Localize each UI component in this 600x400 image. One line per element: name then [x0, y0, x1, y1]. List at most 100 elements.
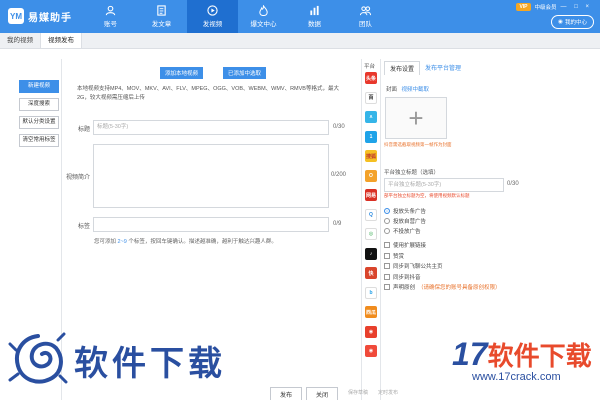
platform-douyin-icon[interactable]: ♪	[365, 247, 377, 260]
top-bar: YM 易媒助手 账号 发文章 发视频 爆文中心 数据 团队 VIP 中级会员 — □ × …	[0, 0, 600, 33]
watermark-left: 软件下载	[8, 330, 226, 390]
nav-item-flame[interactable]: 爆文中心	[238, 0, 289, 33]
tab-platform-manage[interactable]: 发布平台管理	[420, 61, 466, 75]
plus-icon: +	[408, 103, 424, 133]
deep-search-button[interactable]: 深度搜索	[19, 98, 59, 111]
platform-aiqiyi-icon[interactable]: ◎	[365, 228, 377, 240]
nav-item-user[interactable]: 账号	[85, 0, 136, 33]
independent-title-input[interactable]: 平台独立标题(5-30字)	[384, 178, 504, 192]
platform-qq-icon[interactable]: Q	[365, 208, 377, 221]
upload-actions: 添加本地视频 已添加中选取	[160, 67, 267, 79]
nav-item-team[interactable]: 团队	[340, 0, 391, 33]
cover-row: 封面 视频中截取	[386, 85, 429, 93]
member-level[interactable]: 中级会员	[535, 3, 557, 11]
my-center-label: 我的中心	[564, 20, 587, 26]
nav-item-video-play[interactable]: 发视频	[187, 0, 238, 33]
checkbox[interactable]	[384, 252, 390, 259]
bar-chart-icon	[310, 5, 319, 16]
bottom-secondary: 保存草稿 定时发布	[348, 389, 398, 396]
platform-yidian-icon[interactable]: 1	[365, 130, 377, 143]
title-label: 标题	[77, 127, 90, 133]
app-logo: YM 易媒助手	[8, 8, 72, 24]
checkbox[interactable]	[384, 273, 390, 280]
user-circle-icon: ◉	[558, 19, 563, 25]
team-icon	[360, 6, 371, 16]
publish-button[interactable]: 发布	[270, 387, 303, 400]
checkbox[interactable]	[384, 284, 390, 290]
save-draft-button[interactable]: 保存草稿	[348, 389, 368, 396]
nav-item-bar-chart[interactable]: 数据	[289, 0, 340, 33]
watermark-right: 17 软件下载 www.17crack.com	[452, 336, 592, 383]
tags-label: 标签	[77, 224, 90, 230]
window-controls[interactable]: — □ ×	[561, 4, 592, 10]
watermark-17: 17	[452, 336, 488, 372]
watermark-right-text: 软件下载	[487, 341, 592, 371]
option-checkbox-row[interactable]: 使用扩展链接	[384, 241, 429, 249]
nav-label: 发视频	[202, 21, 223, 28]
vip-badge: VIP	[516, 3, 531, 11]
ad-option[interactable]: 投放自营广告	[384, 217, 426, 225]
nav-item-document[interactable]: 发文章	[136, 0, 187, 33]
default-category-button[interactable]: 默认分类设置	[19, 116, 59, 129]
hint-suffix: 个标签，按回车键确认。描述越准确，越利于触达兴趣人群。	[126, 239, 277, 245]
platform-meipai-icon[interactable]: ◉	[365, 325, 377, 338]
option-note: （请确保您的账号具备原创权限）	[418, 285, 501, 291]
user-icon	[105, 5, 116, 16]
independent-title-warning: 部平台独立标题为空，将使用视频默认标题	[384, 193, 470, 198]
title-count: 0/30	[333, 124, 345, 130]
capture-from-video-link[interactable]: 视频中截取	[402, 87, 430, 93]
schedule-button[interactable]: 定时发布	[378, 389, 398, 396]
intro-count: 0/200	[331, 172, 347, 178]
radio-icon[interactable]	[384, 218, 390, 224]
platform-haokan-icon[interactable]: ◉	[365, 345, 377, 357]
nav-label: 发文章	[151, 21, 172, 28]
cover-upload-box[interactable]: +	[385, 97, 447, 139]
flame-icon	[259, 5, 268, 16]
tab-my-videos[interactable]: 我的视频	[0, 33, 40, 48]
left-actions: 新建视频 深度搜索 默认分类设置 清空常用标签	[19, 80, 59, 147]
option-checkbox-row[interactable]: 声明原创 （请确保您的账号具备原创权限）	[384, 283, 501, 291]
cover-label: 封面	[386, 87, 398, 93]
format-description: 本地视频支持MP4、MOV、MKV、AVI、FLV、MPEG、OGG、VOB、W…	[77, 86, 339, 101]
platform-kuaishou-icon[interactable]: 快	[365, 267, 377, 279]
checkbox[interactable]	[384, 242, 390, 248]
title-input[interactable]: 标题(5-30字)	[93, 120, 329, 135]
option-checkbox-row[interactable]: 同步到飞聊公共主页	[384, 262, 446, 270]
platform-weibo-icon[interactable]: O	[365, 169, 377, 182]
ad-option-label: 投放头条广告	[393, 209, 427, 215]
tags-count: 0/9	[333, 221, 342, 227]
settings-tabs: 发布设置 发布平台管理	[384, 61, 466, 75]
radio-icon[interactable]	[384, 228, 390, 234]
option-checkbox-row[interactable]: 同步到抖音	[384, 273, 424, 281]
new-video-button[interactable]: 新建视频	[19, 80, 59, 93]
platform-toutiao-icon[interactable]: 头条	[365, 72, 377, 84]
ad-option[interactable]: 不投放广告	[384, 227, 421, 235]
app-title: 易媒助手	[28, 12, 72, 24]
ad-option-label: 投放自营广告	[393, 219, 427, 225]
checkbox[interactable]	[384, 263, 390, 269]
platform-sohu-icon[interactable]: 搜狐	[365, 150, 377, 162]
platform-bilibili-icon[interactable]: b	[365, 286, 377, 299]
platform-xigua-icon[interactable]: 西瓜	[365, 306, 377, 318]
intro-label: 视频简介	[65, 175, 90, 181]
platform-dayu-icon[interactable]: ʌ	[365, 111, 377, 123]
nav-label: 数据	[308, 21, 321, 28]
radio-icon[interactable]	[384, 208, 390, 214]
tags-input[interactable]	[93, 217, 329, 232]
close-button[interactable]: 关闭	[306, 387, 339, 400]
ad-option[interactable]: 投放头条广告	[384, 207, 426, 215]
intro-textarea[interactable]	[93, 144, 329, 208]
clear-tags-button[interactable]: 清空常用标签	[19, 134, 59, 147]
add-local-video-button[interactable]: 添加本地视频	[160, 67, 204, 79]
option-checkbox-row[interactable]: 赞赏	[384, 252, 407, 260]
option-label: 同步到抖音	[393, 274, 421, 281]
logo-mark: YM	[8, 8, 24, 24]
choose-added-button[interactable]: 已添加中选取	[223, 67, 267, 79]
tags-hint: 您可添加 2~9 个标签，按回车键确认。描述越准确，越利于触达兴趣人群。	[94, 237, 277, 245]
tab-publish-settings[interactable]: 发布设置	[384, 61, 421, 75]
my-center-button[interactable]: ◉ 我的中心	[551, 15, 594, 29]
platform-wangyi-icon[interactable]: 网易	[365, 189, 377, 201]
platform-baijia-icon[interactable]: 百	[365, 91, 377, 104]
tab-video-publish[interactable]: 视频发布	[40, 33, 82, 48]
option-label: 同步到飞聊公共主页	[393, 264, 443, 270]
